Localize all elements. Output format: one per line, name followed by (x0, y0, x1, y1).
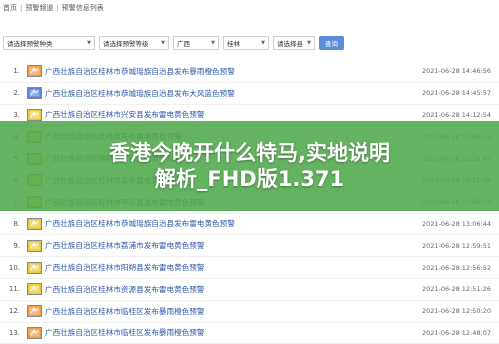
breadcrumb-separator: | (20, 4, 23, 12)
chevron-down-icon: ▼ (211, 40, 215, 46)
alert-time: 2021-06-28 12:50:20 (421, 307, 491, 316)
province-select-value: 广西 (177, 40, 190, 48)
alert-row[interactable]: 11. 广西壮族自治区桂林市资源县发布雷电黄色预警 2021-06-28 12:51… (0, 279, 499, 301)
overlay-title-line-2: 解析_FHD版1.371 (154, 167, 345, 191)
alert-row[interactable]: 1. 广西壮族自治区桂林市恭城瑶族自治县发布暴雨橙色预警 2021-06-28 14… (0, 61, 499, 83)
overlay-title-line-1: 香港今晚开什么特马,实地说明 (109, 140, 390, 165)
alert-index: 1. (13, 67, 20, 76)
alert-title-link[interactable]: 广西壮族自治区桂林市阳朔县发布雷电黄色预警 (45, 262, 401, 273)
alert-row[interactable]: 9. 广西壮族自治区桂林市荔浦市发布雷电黄色预警 2021-06-28 12:59:… (0, 235, 499, 258)
alert-title-link[interactable]: 广西壮族自治区桂林市荔浦市发布雷电黄色预警 (45, 240, 401, 251)
overlay-banner: 香港今晚开什么特马,实地说明 解析_FHD版1.371 (0, 121, 499, 211)
chevron-down-icon: ▼ (87, 40, 91, 46)
alert-title-link[interactable]: 广西壮族自治区桂林市资源县发布雷电黄色预警 (45, 284, 401, 295)
breadcrumb-current-page: 预警信息列表 (61, 4, 104, 12)
lightning-yellow-icon (27, 261, 42, 274)
city-select[interactable]: 桂林 ▼ (223, 36, 269, 50)
province-select[interactable]: 广西 ▼ (173, 36, 219, 50)
alert-row[interactable]: 10. 广西壮族自治区桂林市阳朔县发布雷电黄色预警 2021-06-28 12:56… (0, 257, 499, 279)
alert-time: 2021-06-28 12:51:26 (421, 285, 491, 294)
breadcrumb-warning-channel-link[interactable]: 预警频道 (25, 3, 53, 13)
alert-time: 2021-06-28 12:56:52 (421, 263, 491, 272)
chevron-down-icon: ▼ (161, 40, 165, 46)
breadcrumb-separator: | (56, 4, 59, 12)
rainstorm-orange-icon (27, 305, 42, 318)
alert-title-link[interactable]: 广西壮族自治区桂林市恭城瑶族自治县发布雷电黄色预警 (45, 218, 401, 229)
district-select[interactable]: 请选择县 ▼ (273, 36, 315, 50)
alert-row[interactable]: 12. 广西壮族自治区桂林市临桂区发布暴雨橙色预警 2021-06-28 12:50… (0, 301, 499, 323)
chevron-down-icon: ▼ (307, 40, 311, 46)
chevron-down-icon: ▼ (261, 40, 265, 46)
lightning-yellow-icon (27, 239, 42, 252)
breadcrumb: 首页 | 预警频道 | 预警信息列表 (0, 0, 499, 16)
alert-time: 2021-06-28 14:45:57 (421, 89, 491, 98)
alert-time: 2021-06-28 12:59:51 (421, 241, 491, 250)
alert-title-link[interactable]: 广西壮族自治区桂林市恭城瑶族自治县发布大风蓝色预警 (45, 88, 401, 99)
alert-row[interactable]: 2. 广西壮族自治区桂林市恭城瑶族自治县发布大风蓝色预警 2021-06-28 14… (0, 83, 499, 105)
alert-time: 2021-06-28 13:06:44 (421, 219, 491, 228)
level-select[interactable]: 请选择预警等级 ▼ (99, 36, 169, 50)
alert-time: 2021-06-28 12:48:07 (421, 328, 491, 337)
alert-row[interactable]: 13. 广西壮族自治区桂林市临桂区发布暴雨橙色预警 2021-06-28 12:48… (0, 323, 499, 344)
alert-title-link[interactable]: 广西壮族自治区桂林市临桂区发布暴雨橙色预警 (45, 327, 401, 338)
alert-index: 3. (13, 110, 20, 119)
alert-time: 2021-06-28 14:12:54 (421, 110, 491, 119)
rainstorm-orange-icon (27, 65, 42, 78)
rainstorm-orange-icon (27, 326, 42, 339)
lightning-yellow-icon (27, 283, 42, 296)
alert-index: 9. (13, 241, 20, 250)
query-button[interactable]: 查询 (319, 36, 344, 50)
alert-index: 2. (13, 89, 20, 98)
breadcrumb-home-link[interactable]: 首页 (3, 3, 17, 13)
alert-index: 10. (8, 263, 20, 272)
level-select-value: 请选择预警等级 (103, 40, 149, 48)
lightning-yellow-icon (27, 108, 42, 121)
alert-index: 12. (8, 307, 20, 316)
alert-title-link[interactable]: 广西壮族自治区桂林市兴安县发布雷电黄色预警 (45, 109, 401, 120)
alert-row[interactable]: 8. 广西壮族自治区桂林市恭城瑶族自治县发布雷电黄色预警 2021-06-28 13… (0, 214, 499, 236)
lightning-yellow-icon (27, 217, 42, 230)
filter-bar: 请选择预警种类 ▼ 请选择预警等级 ▼ 广西 ▼ 桂林 ▼ 请选择县 ▼ 查询 (0, 34, 499, 52)
wind-blue-icon (27, 87, 42, 100)
alert-index: 11. (8, 285, 20, 294)
city-select-value: 桂林 (227, 40, 240, 48)
category-select-value: 请选择预警种类 (7, 40, 53, 48)
alert-time: 2021-06-28 14:46:56 (421, 67, 491, 76)
alert-title-link[interactable]: 广西壮族自治区桂林市恭城瑶族自治县发布暴雨橙色预警 (45, 66, 401, 77)
alert-index: 13. (8, 328, 20, 337)
alert-index: 8. (13, 219, 20, 228)
alert-title-link[interactable]: 广西壮族自治区桂林市临桂区发布暴雨橙色预警 (45, 306, 401, 317)
category-select[interactable]: 请选择预警种类 ▼ (3, 36, 95, 50)
district-select-value: 请选择县 (277, 40, 303, 48)
